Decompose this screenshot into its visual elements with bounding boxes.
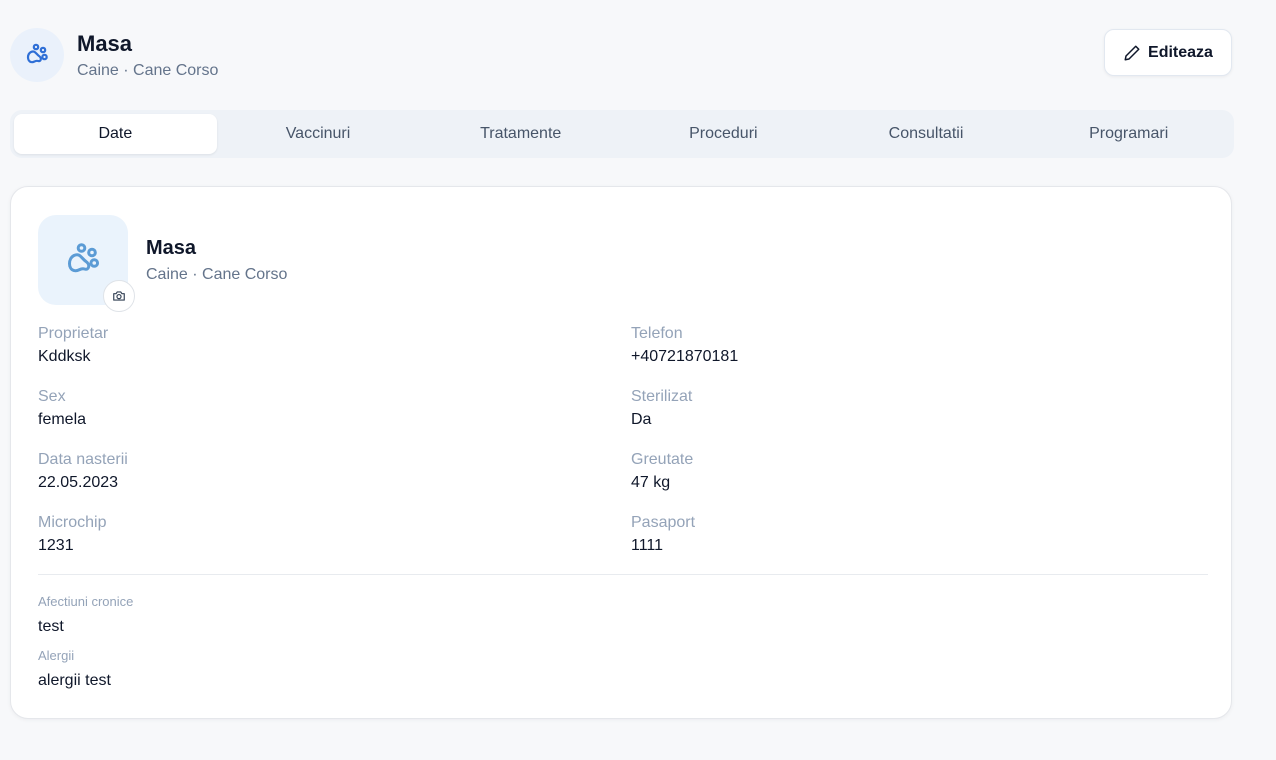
allergies-value: alergii test: [38, 672, 111, 689]
pet-species-breed: Caine · Cane Corso: [77, 62, 219, 79]
pet-header: Masa Caine · Cane Corso Editeaza: [10, 28, 1232, 84]
field-neutered: Sterilizat Da: [631, 387, 1171, 430]
tab-vaccinuri[interactable]: Vaccinuri: [217, 114, 420, 154]
change-photo-button[interactable]: [103, 280, 135, 312]
field-label: Telefon: [631, 325, 683, 342]
allergies-label: Alergii: [38, 648, 75, 663]
pencil-icon: [1124, 45, 1140, 60]
paw-icon: [68, 243, 100, 273]
field-label: Microchip: [38, 514, 107, 531]
paw-icon: [26, 43, 48, 64]
tab-consultatii[interactable]: Consultatii: [825, 114, 1028, 154]
tab-date[interactable]: Date: [14, 114, 217, 154]
tab-bar: Date Vaccinuri Tratamente Proceduri Cons…: [10, 110, 1234, 158]
field-value: Da: [631, 411, 652, 428]
divider: [38, 574, 1208, 575]
field-value: Kddksk: [38, 348, 91, 365]
field-value: 1111: [631, 537, 664, 554]
pet-name: Masa: [77, 31, 133, 56]
field-birth-date: Data nasterii 22.05.2023: [38, 450, 578, 493]
tab-tratamente[interactable]: Tratamente: [419, 114, 622, 154]
field-label: Proprietar: [38, 325, 109, 342]
camera-icon: [113, 291, 125, 301]
pet-details-card: Masa Caine · Cane Corso Proprietar Kddks…: [10, 186, 1232, 719]
tab-programari[interactable]: Programari: [1027, 114, 1230, 154]
chronic-conditions-value: test: [38, 618, 64, 635]
field-value: +40721870181: [631, 348, 739, 365]
field-value: 1231: [38, 537, 74, 554]
field-microchip: Microchip 1231: [38, 513, 578, 556]
edit-button[interactable]: Editeaza: [1104, 29, 1232, 76]
field-value: 22.05.2023: [38, 474, 119, 491]
tab-proceduri[interactable]: Proceduri: [622, 114, 825, 154]
field-label: Greutate: [631, 451, 694, 468]
field-label: Sex: [38, 388, 66, 405]
edit-button-label: Editeaza: [1148, 43, 1213, 61]
card-pet-species-breed: Caine · Cane Corso: [146, 266, 288, 283]
field-value: 47 kg: [631, 474, 671, 491]
field-phone: Telefon +40721870181: [631, 324, 1171, 367]
chronic-conditions-label: Afectiuni cronice: [38, 594, 134, 609]
card-pet-name: Masa: [146, 237, 197, 259]
field-owner: Proprietar Kddksk: [38, 324, 578, 367]
field-weight: Greutate 47 kg: [631, 450, 1171, 493]
field-label: Pasaport: [631, 514, 696, 531]
field-passport: Pasaport 1111: [631, 513, 1171, 556]
field-label: Sterilizat: [631, 388, 693, 405]
field-sex: Sex femela: [38, 387, 578, 430]
field-label: Data nasterii: [38, 451, 128, 468]
field-value: femela: [38, 411, 87, 428]
pet-avatar: [10, 28, 64, 82]
